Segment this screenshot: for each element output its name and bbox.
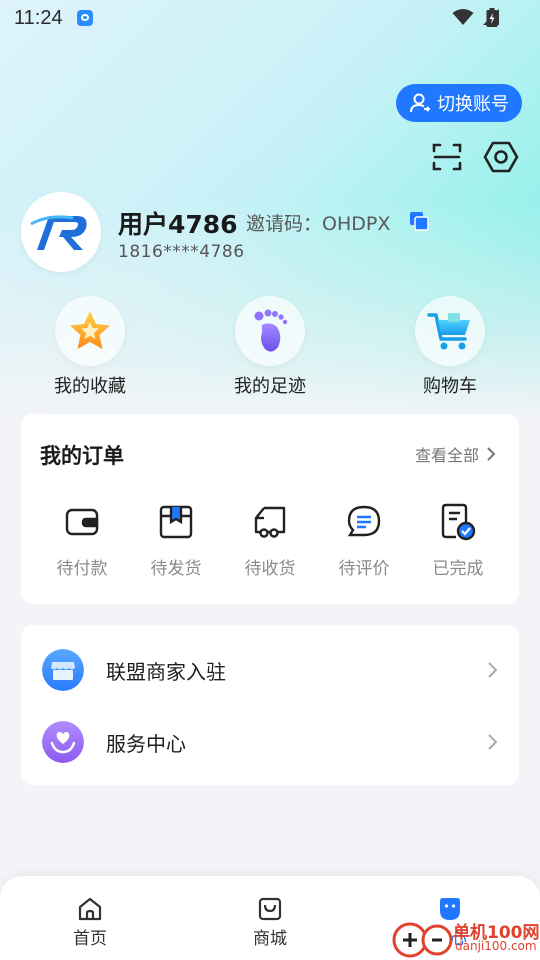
nav-mall[interactable]: 商城 [230, 896, 310, 949]
services-card: 联盟商家入驻 服务中心 [21, 625, 519, 785]
switch-account-button[interactable]: 切换账号 [396, 84, 522, 122]
order-pending-payment[interactable]: 待付款 [35, 502, 129, 579]
star-icon [70, 311, 110, 349]
view-all-label: 查看全部 [414, 446, 479, 465]
quick-footprints-label: 我的足迹 [234, 376, 306, 397]
order-pending-payment-label: 待付款 [56, 559, 108, 579]
quick-cart-label: 购物车 [423, 376, 477, 397]
switch-account-label: 切换账号 [437, 94, 509, 115]
battery-icon [486, 8, 498, 27]
scan-button[interactable] [429, 139, 465, 175]
footprints-icon-circle [235, 296, 305, 366]
service-row-merchant[interactable]: 联盟商家入驻 [21, 635, 519, 705]
service-row-center[interactable]: 服务中心 [21, 707, 519, 777]
notification-app-icon [77, 10, 93, 26]
home-icon [78, 897, 102, 921]
phone-number: 1816****4786 [118, 242, 245, 262]
order-pending-receipt-label: 待收货 [244, 559, 296, 579]
favorites-icon-circle [55, 296, 125, 366]
watermark-sub: danji100.com [455, 939, 537, 953]
quick-cart[interactable]: 购物车 [390, 296, 510, 398]
order-pending-receipt[interactable]: 待收货 [223, 502, 317, 579]
quick-footprints[interactable]: 我的足迹 [210, 296, 330, 398]
comment-icon [347, 505, 381, 537]
nav-home-label: 首页 [73, 929, 107, 949]
quick-favorites[interactable]: 我的收藏 [30, 296, 150, 398]
invite-code: 邀请码：OHDPX [246, 213, 391, 235]
footprint-icon [254, 309, 288, 352]
scan-icon [432, 143, 462, 171]
quick-favorites-label: 我的收藏 [54, 376, 126, 397]
service-heart-icon [42, 721, 84, 763]
order-pending-review-label: 待评价 [338, 559, 390, 579]
wallet-icon [65, 508, 99, 536]
chevron-right-icon [487, 447, 495, 461]
service-merchant-label: 联盟商家入驻 [106, 659, 226, 684]
orders-card: 我的订单 查看全部 待付款 待发货 待收货 待评价 已完成 [21, 414, 519, 604]
settings-button[interactable] [483, 139, 519, 175]
nav-home[interactable]: 首页 [50, 896, 130, 949]
done-icon [441, 503, 476, 541]
order-pending-shipment[interactable]: 待发货 [129, 502, 223, 579]
service-center-label: 服务中心 [106, 731, 186, 756]
user-switch-icon [410, 93, 431, 113]
cart-icon [427, 313, 470, 350]
status-time: 11:24 [14, 7, 63, 29]
order-completed[interactable]: 已完成 [411, 502, 505, 579]
truck-icon [254, 506, 286, 538]
avatar[interactable] [21, 192, 101, 272]
order-pending-review[interactable]: 待评价 [317, 502, 411, 579]
view-all-orders-link[interactable]: 查看全部 [415, 442, 495, 466]
bag-icon [258, 897, 282, 921]
status-bar: 11:24 [0, 0, 540, 36]
order-pending-shipment-label: 待发货 [150, 559, 202, 579]
nav-mall-label: 商城 [253, 929, 287, 949]
brand-logo-icon [30, 215, 87, 250]
orders-title: 我的订单 [40, 444, 124, 468]
copy-icon[interactable] [408, 210, 430, 232]
box-icon [159, 505, 193, 539]
chevron-right-icon [488, 662, 497, 678]
gear-icon [483, 141, 519, 173]
store-icon [42, 649, 84, 691]
wifi-icon [452, 9, 474, 25]
chevron-right-icon [488, 734, 497, 750]
cart-icon-circle [415, 296, 485, 366]
username: 用户4786 [118, 210, 238, 239]
order-completed-label: 已完成 [432, 559, 484, 579]
